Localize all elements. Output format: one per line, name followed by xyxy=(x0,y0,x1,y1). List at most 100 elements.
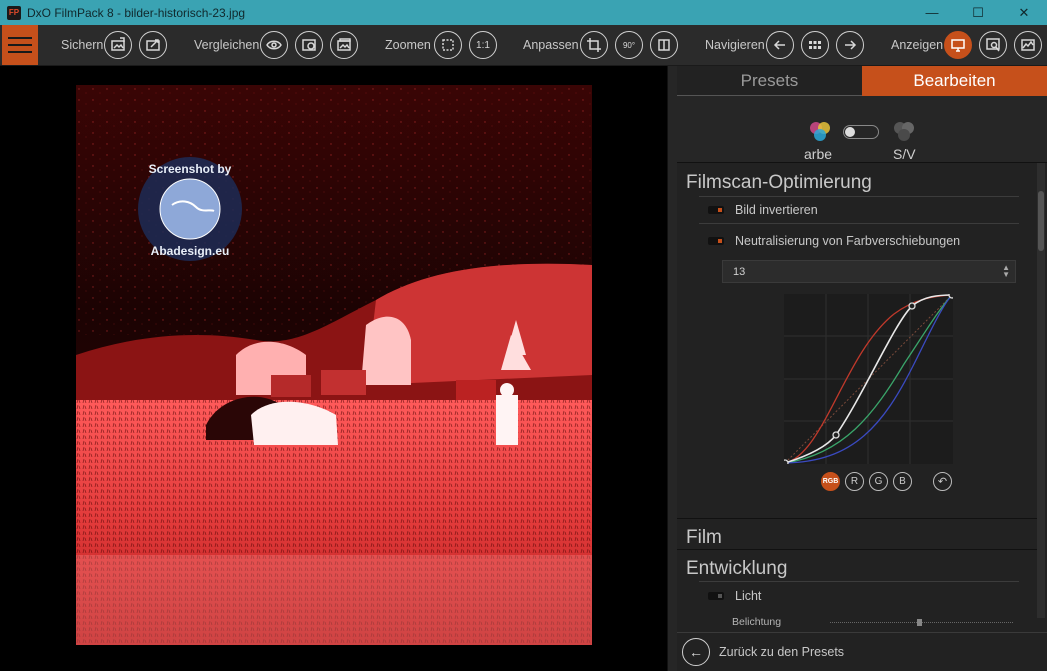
arrow-right-icon xyxy=(845,40,857,50)
curve-point[interactable] xyxy=(781,459,789,467)
window-controls: — ☐ ✕ xyxy=(909,0,1047,25)
tone-curve-editor[interactable] xyxy=(781,291,956,467)
rotate-90-button[interactable]: 90° xyxy=(615,31,643,59)
back-to-presets-bar: ← Zurück zu den Presets xyxy=(677,632,1047,671)
eye-icon xyxy=(266,40,282,50)
export-image-button[interactable] xyxy=(104,31,132,59)
film-type-value: 13 xyxy=(733,265,746,278)
display-label: Anzeigen xyxy=(891,38,944,52)
zoom-label: Zoomen xyxy=(385,38,431,52)
light-row[interactable]: Licht xyxy=(708,586,761,606)
image-canvas[interactable]: Screenshot by Abadesign.eu xyxy=(0,66,667,671)
window-title: DxO FilmPack 8 - bilder-historisch-23.jp… xyxy=(27,5,246,20)
divider xyxy=(677,549,1037,550)
channel-g-button[interactable]: G xyxy=(869,472,888,491)
compare-eye-button[interactable] xyxy=(260,31,288,59)
side-by-side-icon xyxy=(337,38,351,51)
back-to-presets-label[interactable]: Zurück zu den Presets xyxy=(719,645,844,659)
watermark-top-text: Screenshot by xyxy=(149,162,232,176)
divider xyxy=(677,518,1037,519)
curve-channel-selector: RGB R G B xyxy=(821,472,912,494)
compare-side-button[interactable] xyxy=(330,31,358,59)
section-development-title[interactable]: Entwicklung xyxy=(686,558,787,580)
invert-image-label: Bild invertieren xyxy=(735,203,818,217)
maximize-icon[interactable]: ☐ xyxy=(955,0,1001,25)
previous-image-button[interactable] xyxy=(766,31,794,59)
panel-resize-handle[interactable] xyxy=(667,66,677,671)
export-image-icon xyxy=(111,37,125,51)
invert-image-row[interactable]: Bild invertieren xyxy=(708,200,818,220)
monitor-icon xyxy=(951,39,965,52)
edit-panel: Presets Bearbeiten arbe S/V Filmscan-Opt… xyxy=(677,66,1047,671)
color-mode-icon[interactable] xyxy=(807,120,833,144)
next-image-button[interactable] xyxy=(836,31,864,59)
grid-icon xyxy=(809,41,821,49)
main-toolbar: Sichern Vergleichen Zoomen 1:1 Anpassen … xyxy=(0,25,1047,66)
crop-button[interactable] xyxy=(580,31,608,59)
select-arrows-icon: ▲ ▼ xyxy=(1002,263,1010,279)
tone-curve-graph[interactable] xyxy=(781,291,956,467)
channel-b-button[interactable]: B xyxy=(893,472,912,491)
minimize-icon[interactable]: — xyxy=(909,0,955,25)
divider xyxy=(699,196,1019,197)
loupe-button[interactable] xyxy=(979,31,1007,59)
crop-icon xyxy=(587,38,601,52)
split-view-icon xyxy=(302,39,316,51)
export-to-app-button[interactable] xyxy=(139,31,167,59)
curve-point[interactable] xyxy=(908,302,916,310)
color-mode-label: arbe xyxy=(804,146,833,162)
grid-view-button[interactable] xyxy=(801,31,829,59)
watermark-bottom-text: Abadesign.eu xyxy=(151,244,230,258)
compare-split-button[interactable] xyxy=(295,31,323,59)
light-label: Licht xyxy=(735,589,762,603)
channel-rgb-button[interactable]: RGB xyxy=(821,472,840,491)
divider xyxy=(699,581,1019,582)
rotate-90-icon: 90° xyxy=(622,40,636,50)
adjust-label: Anpassen xyxy=(523,38,579,52)
histogram-button[interactable] xyxy=(1014,31,1042,59)
scrollbar-thumb[interactable] xyxy=(1038,191,1044,251)
light-toggle[interactable] xyxy=(708,592,724,600)
straighten-icon xyxy=(658,39,670,51)
app-logo-icon: FP xyxy=(7,5,21,20)
section-filmscan-title[interactable]: Filmscan-Optimierung xyxy=(686,172,872,194)
bw-mode-label: S/V xyxy=(893,146,916,162)
close-icon[interactable]: ✕ xyxy=(1001,0,1047,25)
fullscreen-display-button[interactable] xyxy=(944,31,972,59)
watermark-logo: Screenshot by Abadesign.eu xyxy=(136,155,244,263)
film-type-select[interactable]: 13 ▲ ▼ xyxy=(722,260,1016,283)
neutralize-row[interactable]: Neutralisierung von Farbverschiebungen xyxy=(708,231,960,251)
color-bw-toggle[interactable] xyxy=(843,125,879,139)
channel-r-button[interactable]: R xyxy=(845,472,864,491)
hamburger-menu-button[interactable] xyxy=(2,25,38,65)
bw-mode-icon[interactable] xyxy=(891,120,917,144)
back-arrow-icon[interactable]: ← xyxy=(682,638,710,666)
histogram-icon xyxy=(1021,39,1035,51)
zoom-fit-button[interactable] xyxy=(434,31,462,59)
zoom-1to1-button[interactable]: 1:1 xyxy=(469,31,497,59)
edited-photo: Screenshot by Abadesign.eu xyxy=(76,85,592,645)
navigate-label: Navigieren xyxy=(705,38,765,52)
compare-label: Vergleichen xyxy=(194,38,260,52)
arrow-left-icon xyxy=(773,40,785,50)
neutralize-toggle[interactable] xyxy=(708,237,724,245)
curve-point[interactable] xyxy=(832,431,840,439)
panel-scrollbar[interactable] xyxy=(1037,163,1045,618)
zoom-fit-icon xyxy=(442,39,454,51)
exposure-slider-handle[interactable] xyxy=(917,619,922,626)
tab-bearbeiten[interactable]: Bearbeiten xyxy=(862,66,1047,96)
curve-reset-icon[interactable]: ↶ xyxy=(933,472,952,491)
section-film-title[interactable]: Film xyxy=(686,527,722,549)
tab-presets[interactable]: Presets xyxy=(677,66,862,96)
title-bar: FP DxO FilmPack 8 - bilder-historisch-23… xyxy=(0,0,1047,25)
exposure-label: Belichtung xyxy=(732,616,782,628)
neutralize-label: Neutralisierung von Farbverschiebungen xyxy=(735,234,961,248)
invert-image-toggle[interactable] xyxy=(708,206,724,214)
color-bw-switch: arbe S/V xyxy=(677,96,1047,163)
save-label: Sichern xyxy=(61,38,104,52)
curve-point[interactable] xyxy=(948,291,956,299)
panel-tabs: Presets Bearbeiten xyxy=(677,66,1047,96)
loupe-icon xyxy=(986,38,1000,52)
export-to-app-icon xyxy=(146,39,160,51)
straighten-button[interactable] xyxy=(650,31,678,59)
